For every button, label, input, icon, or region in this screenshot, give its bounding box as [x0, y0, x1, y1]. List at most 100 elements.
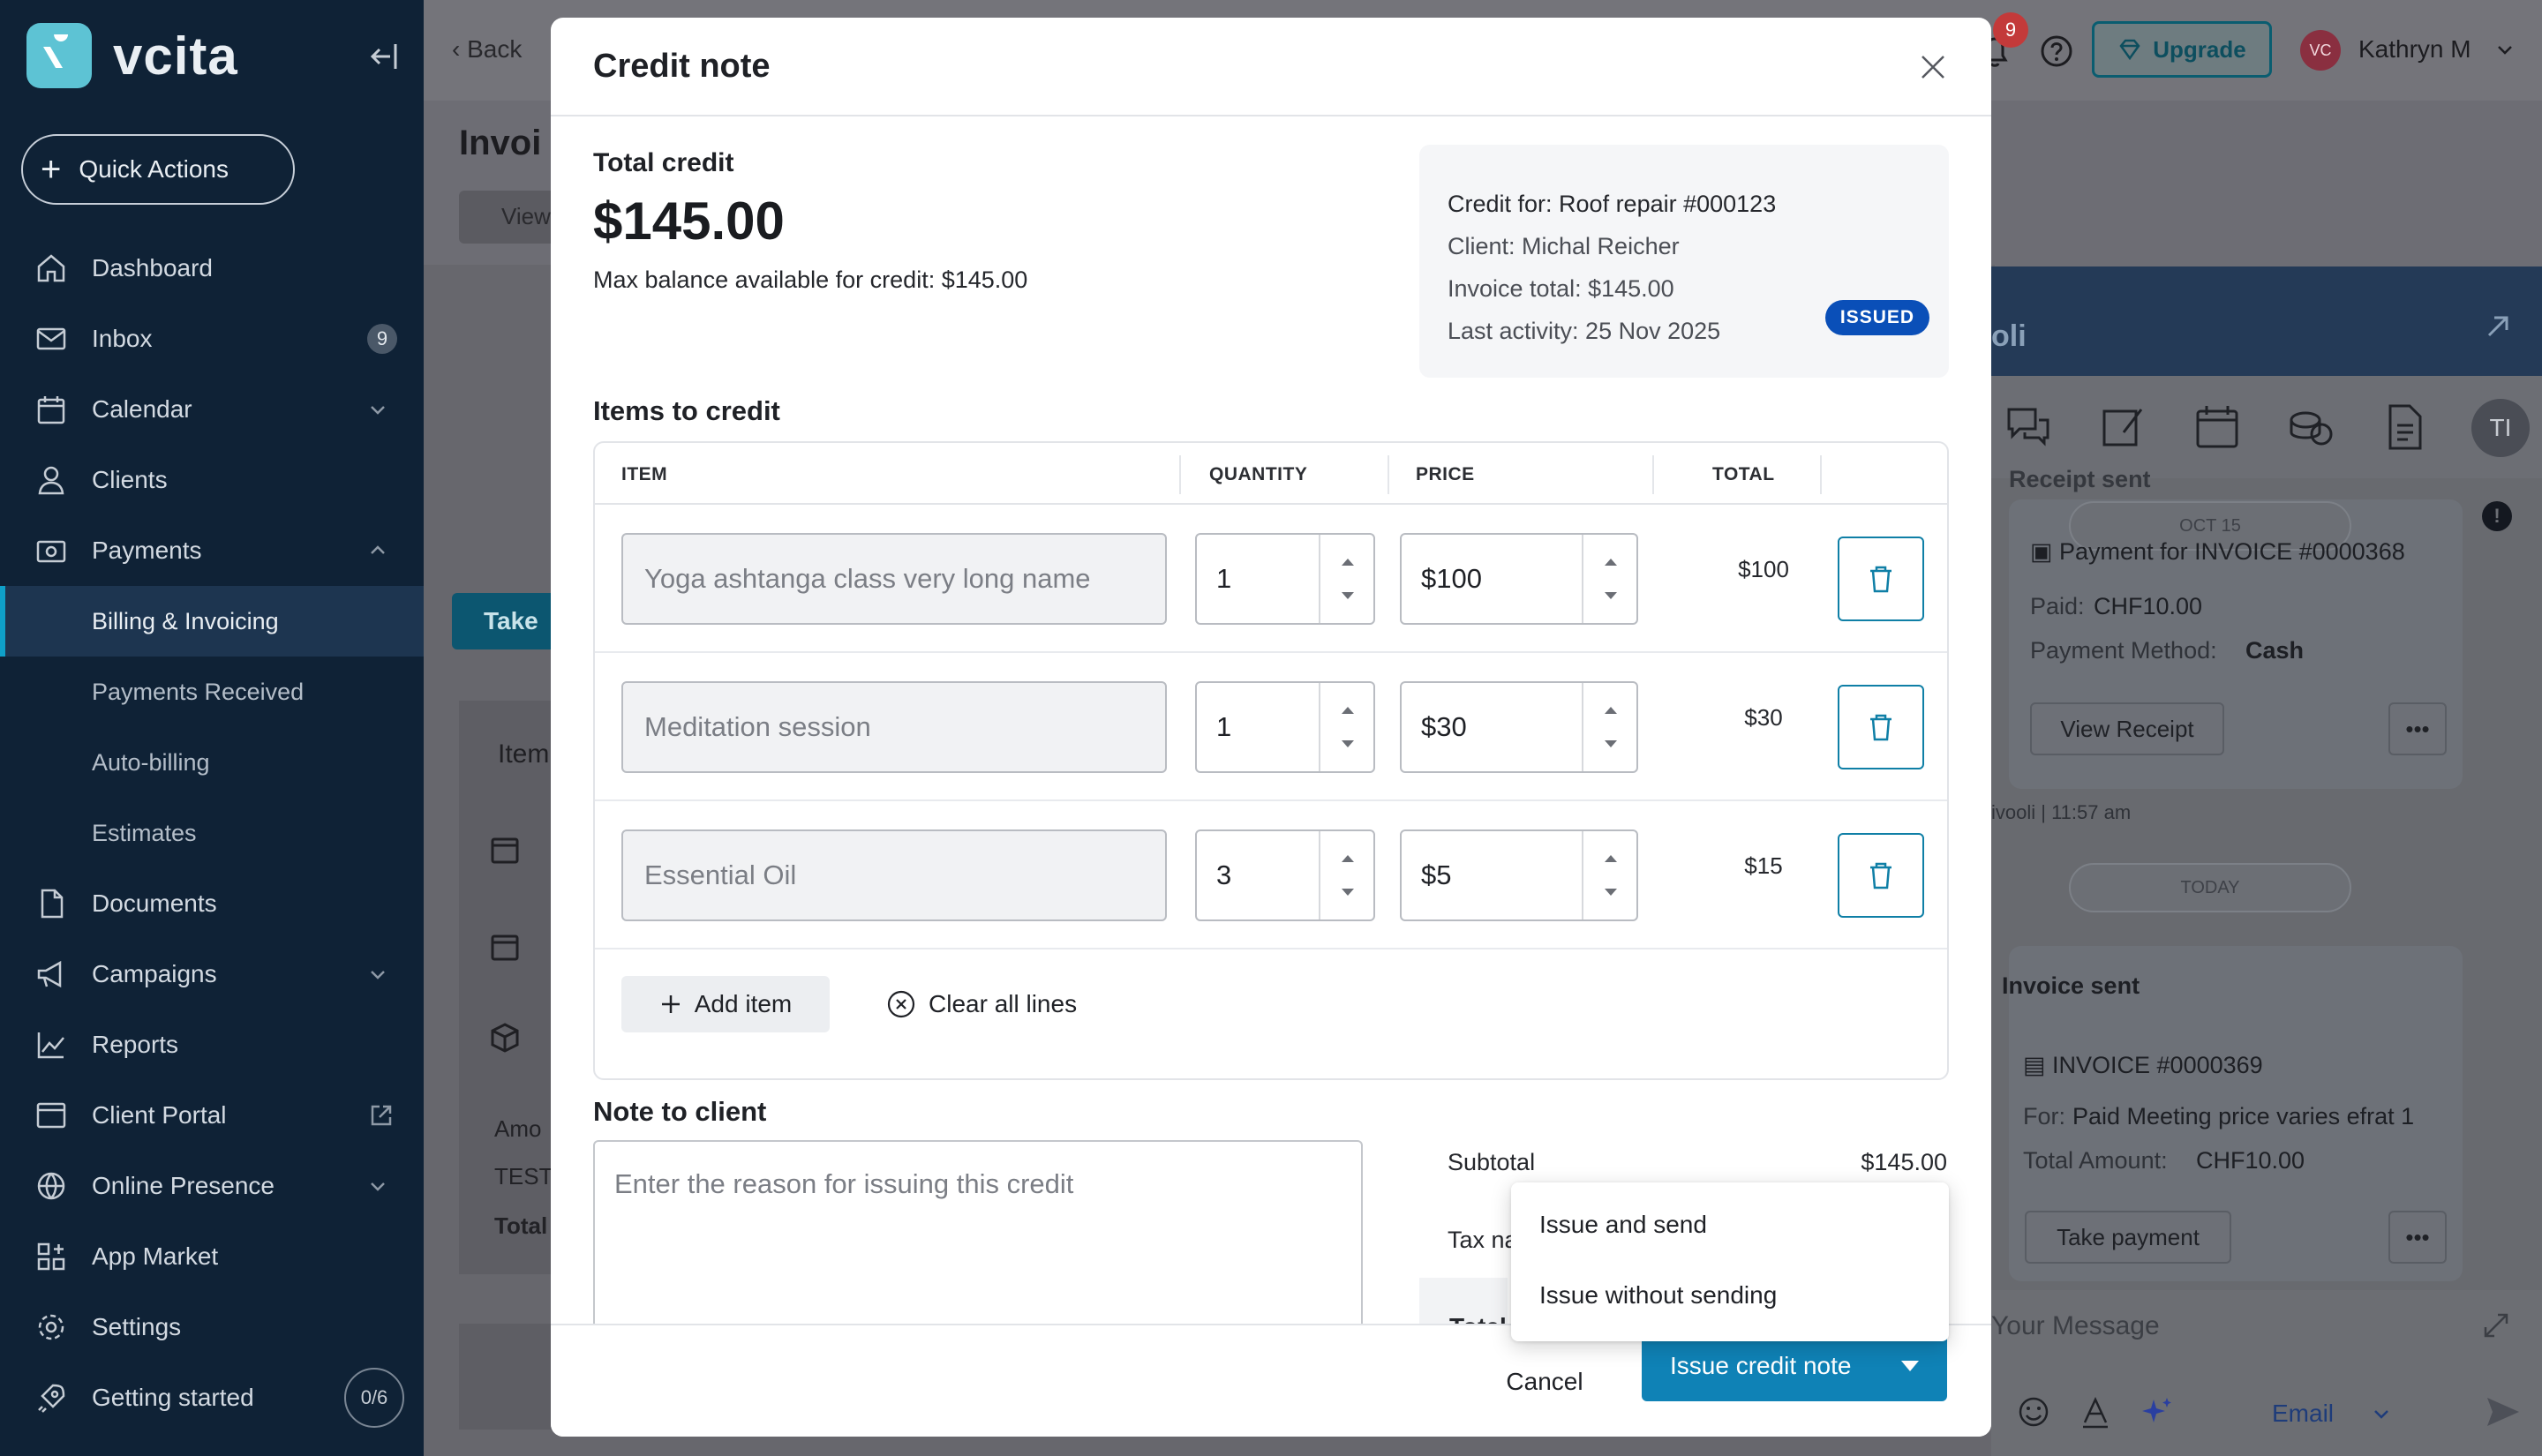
quantity-stepper[interactable]: 1 — [1195, 533, 1375, 625]
message-input[interactable]: Your Message — [1991, 1311, 2160, 1341]
delete-row-button[interactable] — [1838, 833, 1924, 918]
decrement-arrow-icon[interactable] — [1338, 882, 1357, 902]
sidebar-item-campaigns[interactable]: Campaigns — [0, 939, 424, 1009]
client-line: Client: Michal Reicher — [1448, 233, 1680, 259]
chart-line-icon — [37, 1032, 64, 1059]
expand-arrow-icon[interactable] — [2482, 311, 2514, 342]
invoice-info-box: Credit for: Roof repair #000123 Client: … — [1419, 145, 1949, 378]
sidebar-item-label: Inbox — [92, 325, 153, 352]
increment-arrow-icon[interactable] — [1601, 701, 1621, 720]
take-payment-button-bg[interactable]: Take — [452, 593, 558, 649]
date-divider: TODAY — [2069, 863, 2351, 912]
user-avatar[interactable]: VC — [2300, 30, 2341, 71]
text-format-icon[interactable] — [2078, 1394, 2113, 1430]
sidebar-item-dashboard[interactable]: Dashboard — [0, 233, 424, 304]
price-stepper[interactable]: $5 — [1400, 829, 1638, 921]
sidebar-item-clients[interactable]: Clients — [0, 445, 424, 515]
menu-item-issue-without-sending[interactable]: Issue without sending — [1539, 1281, 1777, 1310]
info-icon[interactable]: ! — [2482, 501, 2512, 531]
increment-arrow-icon[interactable] — [1601, 552, 1621, 572]
sidebar-item-online-presence[interactable]: Online Presence — [0, 1151, 424, 1221]
delete-row-button[interactable] — [1838, 537, 1924, 621]
increment-arrow-icon[interactable] — [1601, 849, 1621, 868]
chat-avatar[interactable]: TI — [2471, 399, 2530, 457]
chevron-down-icon[interactable] — [2371, 1403, 2392, 1424]
sidebar-item-auto-billing[interactable]: Auto-billing — [0, 727, 424, 798]
apps-grid-icon — [37, 1242, 65, 1271]
decrement-arrow-icon[interactable] — [1601, 734, 1621, 754]
cancel-button[interactable]: Cancel — [1492, 1355, 1598, 1408]
caret-down-icon[interactable] — [1901, 1361, 1919, 1371]
sidebar-item-label: Settings — [92, 1313, 182, 1340]
close-icon[interactable] — [1915, 49, 1951, 85]
external-link-icon[interactable] — [369, 1103, 394, 1128]
sidebar-item-label: Online Presence — [92, 1172, 275, 1199]
emoji-icon[interactable] — [2016, 1394, 2051, 1430]
edit-note-icon[interactable] — [2099, 402, 2148, 452]
delete-row-button[interactable] — [1838, 685, 1924, 769]
sidebar-item-billing-invoicing[interactable]: Billing & Invoicing — [0, 586, 424, 657]
price-stepper[interactable]: $100 — [1400, 533, 1638, 625]
issue-options-menu: Issue and send Issue without sending — [1511, 1182, 1949, 1341]
total-amount-label: Total Amount: — [2023, 1147, 2168, 1174]
calendar-icon[interactable] — [2192, 402, 2242, 452]
quick-actions-button[interactable]: + Quick Actions — [21, 134, 295, 205]
increment-arrow-icon[interactable] — [1338, 701, 1357, 720]
collapse-sidebar-icon[interactable] — [365, 39, 401, 74]
sidebar-item-getting-started[interactable]: Getting started 0/6 — [0, 1362, 424, 1433]
items-table: ITEM QUANTITY PRICE TOTAL Yoga ashtanga … — [593, 441, 1949, 1080]
sidebar-item-estimates[interactable]: Estimates — [0, 798, 424, 868]
sidebar-item-settings[interactable]: Settings — [0, 1292, 424, 1362]
quantity-stepper[interactable]: 1 — [1195, 681, 1375, 773]
clear-all-lines-button[interactable]: Clear all lines — [886, 976, 1077, 1032]
sidebar-item-documents[interactable]: Documents — [0, 868, 424, 939]
chevron-down-icon — [371, 406, 385, 415]
decrement-arrow-icon[interactable] — [1338, 586, 1357, 605]
more-options-button[interactable]: ••• — [2388, 702, 2447, 755]
back-label: Back — [467, 35, 523, 63]
help-icon[interactable] — [2039, 34, 2074, 69]
sidebar-item-inbox[interactable]: Inbox 9 — [0, 304, 424, 374]
brand-name: vcita — [113, 26, 238, 86]
issue-credit-note-button[interactable]: Issue credit note — [1642, 1331, 1947, 1401]
coins-icon[interactable] — [2286, 402, 2335, 452]
view-tab[interactable]: View — [459, 191, 556, 244]
gear-icon — [38, 1314, 64, 1340]
quantity-stepper[interactable]: 3 — [1195, 829, 1375, 921]
increment-arrow-icon[interactable] — [1338, 849, 1357, 868]
menu-item-issue-and-send[interactable]: Issue and send — [1539, 1211, 1707, 1239]
invoice-sent-label: Invoice sent — [2002, 972, 2140, 999]
brand[interactable]: vcita — [26, 23, 238, 88]
sidebar-item-payments-received[interactable]: Payments Received — [0, 657, 424, 727]
back-link[interactable]: ‹ Back — [452, 35, 522, 64]
sidebar-item-label: Clients — [92, 466, 168, 493]
ai-sparkle-icon[interactable] — [2140, 1394, 2175, 1430]
sidebar-item-app-market[interactable]: App Market — [0, 1221, 424, 1292]
view-receipt-button[interactable]: View Receipt — [2030, 702, 2224, 755]
add-item-button[interactable]: Add item — [621, 976, 830, 1032]
send-icon[interactable] — [2484, 1394, 2523, 1430]
expand-icon[interactable] — [2480, 1310, 2512, 1341]
sidebar-item-reports[interactable]: Reports — [0, 1009, 424, 1080]
item-name-input[interactable]: Meditation session — [621, 681, 1167, 773]
item-name-input[interactable]: Essential Oil — [621, 829, 1167, 921]
row-total: $100 — [1738, 556, 1789, 582]
decrement-arrow-icon[interactable] — [1601, 882, 1621, 902]
price-stepper[interactable]: $30 — [1400, 681, 1638, 773]
user-name[interactable]: Kathryn M — [2358, 35, 2471, 64]
item-name-input[interactable]: Yoga ashtanga class very long name — [621, 533, 1167, 625]
decrement-arrow-icon[interactable] — [1601, 586, 1621, 605]
sidebar-item-label: Getting started — [92, 1384, 254, 1411]
take-payment-button[interactable]: Take payment — [2025, 1211, 2231, 1264]
channel-select[interactable]: Email — [2272, 1400, 2334, 1428]
chat-bubbles-icon[interactable] — [2004, 402, 2053, 452]
increment-arrow-icon[interactable] — [1338, 552, 1357, 572]
decrement-arrow-icon[interactable] — [1338, 734, 1357, 754]
document-icon[interactable] — [2380, 402, 2429, 452]
sidebar-item-client-portal[interactable]: Client Portal — [0, 1080, 424, 1151]
sidebar-item-payments[interactable]: Payments — [0, 515, 424, 586]
more-options-button[interactable]: ••• — [2388, 1211, 2447, 1264]
upgrade-button[interactable]: Upgrade — [2092, 21, 2272, 78]
sidebar-item-calendar[interactable]: Calendar — [0, 374, 424, 445]
chevron-down-icon[interactable] — [2494, 39, 2516, 60]
